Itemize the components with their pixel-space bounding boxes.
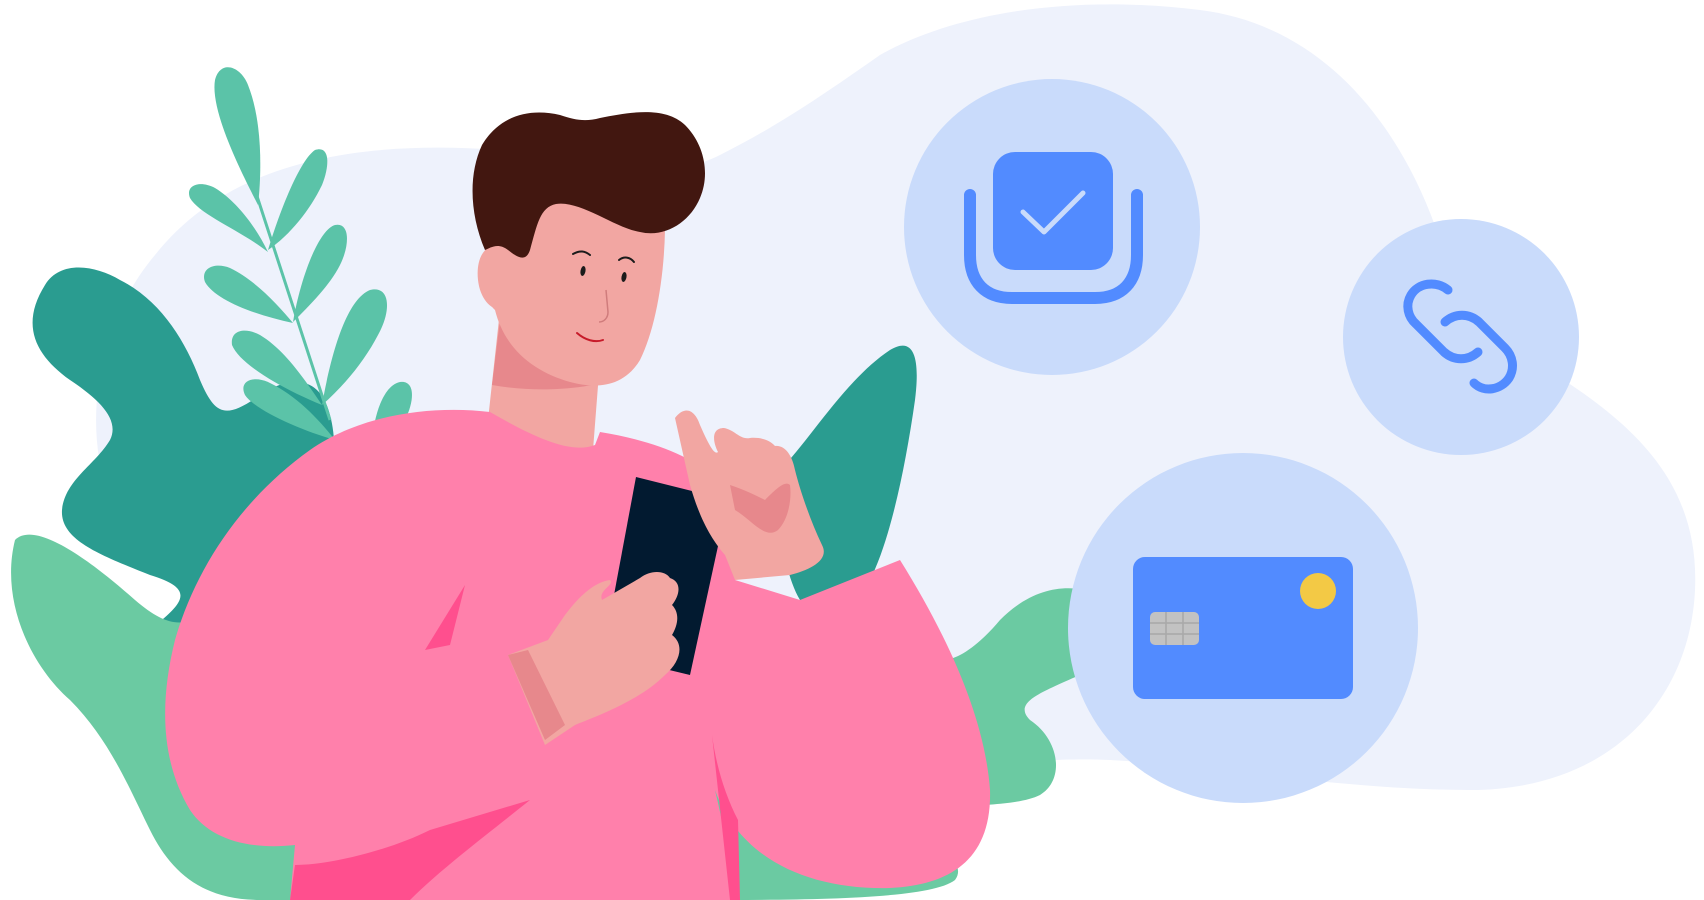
illustration-canvas bbox=[0, 0, 1704, 900]
credit-card-icon bbox=[1133, 557, 1353, 699]
illustration-svg bbox=[11, 4, 1696, 900]
link-icon-circle bbox=[1343, 219, 1579, 455]
